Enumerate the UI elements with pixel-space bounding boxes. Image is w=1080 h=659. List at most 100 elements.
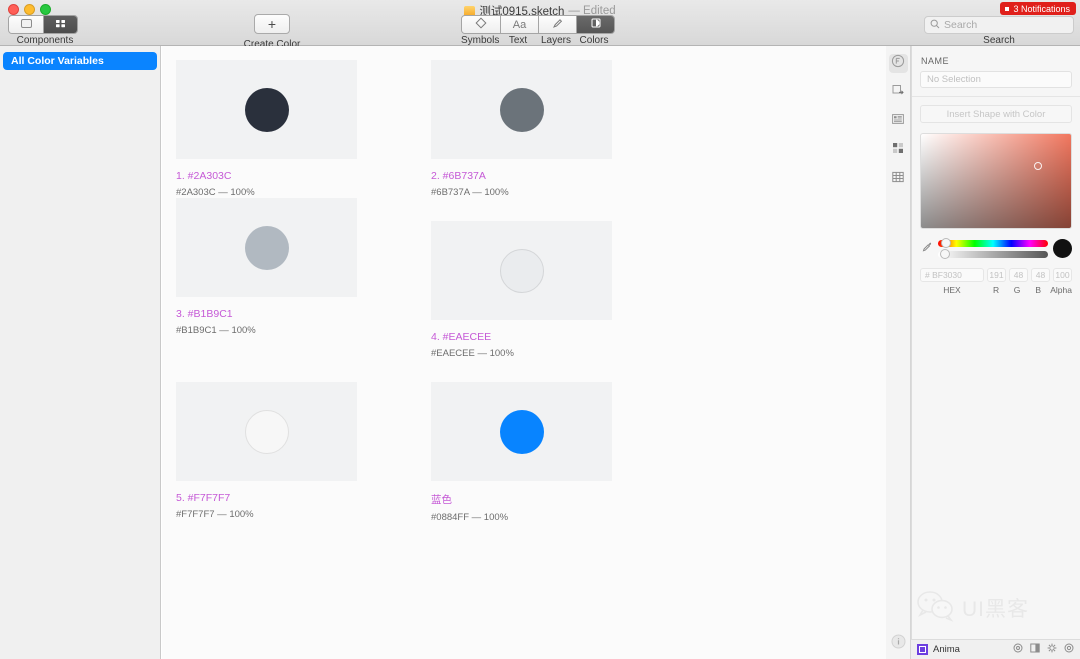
hue-slider[interactable]: [938, 237, 1048, 248]
color-variable-value: #6B737A — 100%: [431, 187, 509, 198]
canvas[interactable]: 1. #2A303C #2A303C — 100% 2. #6B737A #6B…: [162, 46, 886, 659]
color-half-circle-icon: [590, 16, 602, 33]
color-swatch: [499, 87, 544, 132]
color-variable-cell[interactable]: 1. #2A303C #2A303C — 100%: [176, 60, 431, 198]
swatch-card[interactable]: [176, 198, 357, 297]
color-variable-grid: 1. #2A303C #2A303C — 100% 2. #6B737A #6B…: [176, 60, 886, 523]
swatch-card[interactable]: [176, 60, 357, 159]
name-field[interactable]: No Selection: [920, 71, 1072, 88]
color-swatch: [244, 87, 289, 132]
green-field[interactable]: 48: [1009, 268, 1028, 282]
color-variable-name: 3. #B1B9C1: [176, 308, 233, 320]
inspector-divider: [912, 96, 1080, 97]
name-field-label: NAME: [921, 56, 950, 66]
status-bar-icons: [1013, 643, 1074, 656]
rail-button-components[interactable]: [888, 54, 908, 73]
insert-tools-group[interactable]: Aa: [461, 15, 615, 34]
color-variable-name: 2. #6B737A: [431, 170, 486, 182]
color-variable-value: #EAECEE — 100%: [431, 348, 514, 359]
search-label: Search: [983, 35, 1015, 46]
name-field-placeholder: No Selection: [927, 74, 981, 85]
insert-artboard-icon: [891, 83, 905, 102]
color-variable-cell[interactable]: 2. #6B737A #6B737A — 100%: [431, 60, 686, 198]
color-variable-cell[interactable]: 蓝色 #0884FF — 100%: [431, 382, 686, 523]
color-preview-swatch[interactable]: [1053, 239, 1072, 258]
alpha-slider[interactable]: [938, 248, 1048, 259]
color-field-labels: HEX R G B Alpha: [920, 285, 1072, 295]
text-tool-button[interactable]: Aa: [500, 16, 538, 33]
color-variable-name: 蓝色: [431, 494, 452, 506]
alpha-value: 100: [1055, 270, 1070, 280]
green-label: G: [1013, 285, 1021, 295]
status-bar: Anima: [911, 639, 1080, 659]
swatch-card[interactable]: [431, 60, 612, 159]
watermark-text: UI黑客: [962, 598, 1029, 621]
color-sliders-area: [920, 237, 1072, 259]
sidebar: All Color Variables: [0, 46, 161, 659]
color-picker-handle[interactable]: [1034, 162, 1042, 170]
blue-field[interactable]: 48: [1031, 268, 1050, 282]
red-field[interactable]: 191: [987, 268, 1006, 282]
blue-label: B: [1035, 285, 1042, 295]
color-swatch: [244, 409, 289, 454]
alpha-label: Alpha: [1050, 285, 1072, 295]
symbols-tool-label: Symbols: [461, 35, 500, 46]
alpha-field[interactable]: 100: [1053, 268, 1072, 282]
split-view-icon[interactable]: [1030, 643, 1040, 656]
color-variable-value: #2A303C — 100%: [176, 187, 255, 198]
sidebar-item-label: All Color Variables: [11, 55, 104, 67]
rail-button-layer-list[interactable]: [889, 112, 908, 131]
red-value: 191: [989, 270, 1004, 280]
rail-button-insert-artboard[interactable]: [889, 83, 908, 102]
insert-shape-with-color-button[interactable]: Insert Shape with Color: [920, 105, 1072, 123]
search-icon: [930, 16, 940, 34]
swatch-card[interactable]: [176, 382, 357, 481]
green-value: 48: [1013, 270, 1024, 280]
layers-tool-button[interactable]: [538, 16, 576, 33]
layers-tool-label: Layers: [540, 35, 571, 46]
search-input[interactable]: [944, 19, 1068, 31]
rail-button-info[interactable]: [889, 634, 908, 653]
alpha-slider-knob[interactable]: [940, 248, 950, 259]
diamond-icon: [475, 16, 487, 33]
rail-button-table-grid[interactable]: [889, 170, 908, 189]
swatch-card[interactable]: [431, 382, 612, 481]
color-variable-value: #0884FF — 100%: [431, 512, 509, 523]
rail-button-grid-squares[interactable]: [889, 141, 908, 160]
hex-value: # BF3030: [925, 270, 962, 280]
color-swatch: [244, 225, 289, 270]
color-variable-cell[interactable]: 5. #F7F7F7 #F7F7F7 — 100%: [176, 382, 431, 523]
notification-dot-icon: [1005, 6, 1010, 11]
insert-shape-label: Insert Shape with Color: [946, 108, 1046, 120]
gear-icon[interactable]: [1047, 643, 1057, 656]
sidebar-item-all-color-variables[interactable]: All Color Variables: [3, 52, 157, 70]
color-variable-name: 5. #F7F7F7: [176, 492, 231, 504]
grid-squares-icon: [891, 141, 905, 160]
info-circle-icon: [891, 634, 906, 654]
hex-field[interactable]: # BF3030: [920, 268, 984, 282]
notifications-label: 3 Notifications: [1013, 3, 1070, 14]
sliders: [938, 237, 1048, 259]
color-variable-value: #F7F7F7 — 100%: [176, 509, 254, 520]
color-value-fields: # BF3030 191 48 48 100: [920, 268, 1072, 282]
color-variable-cell[interactable]: 4. #EAECEE #EAECEE — 100%: [431, 221, 686, 359]
table-grid-icon: [891, 170, 905, 189]
symbols-tool-button[interactable]: [462, 16, 500, 33]
color-picker-gradient-area[interactable]: [920, 133, 1072, 229]
red-label: R: [992, 285, 1000, 295]
notifications-badge[interactable]: 3 Notifications: [1000, 2, 1076, 15]
eyedropper-icon[interactable]: [920, 241, 933, 256]
target-icon[interactable]: [1013, 643, 1023, 656]
pen-icon: [552, 16, 564, 33]
color-variable-name: 4. #EAECEE: [431, 331, 492, 343]
insert-tools-labels: Symbols Text Layers Colors: [461, 35, 613, 46]
toolbar: Components (Beta) + Create Color Variabl…: [0, 0, 1080, 61]
hue-slider-knob[interactable]: [941, 237, 951, 248]
color-variable-cell[interactable]: 3. #B1B9C1 #B1B9C1 — 100%: [176, 198, 431, 359]
search-box[interactable]: [924, 16, 1074, 34]
anima-icon: [917, 644, 928, 655]
color-variable-value: #B1B9C1 — 100%: [176, 325, 256, 336]
swatch-card[interactable]: [431, 221, 612, 320]
colors-tool-button[interactable]: [576, 16, 614, 33]
at-icon[interactable]: [1064, 643, 1074, 656]
